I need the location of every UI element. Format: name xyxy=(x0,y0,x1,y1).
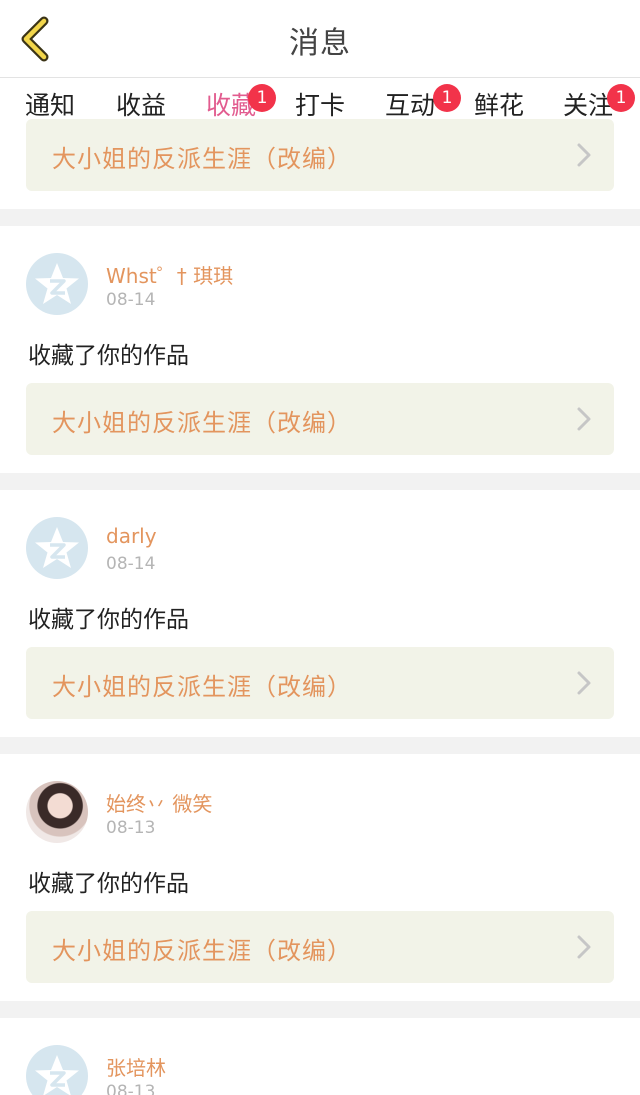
unread-badge: 1 xyxy=(433,84,461,112)
top-bar: 消息 xyxy=(0,0,640,78)
message-card: 始终丷 微笑 08-13 收藏了你的作品 大小姐的反派生涯（改编） xyxy=(0,754,640,1001)
work-link[interactable]: 大小姐的反派生涯（改编） xyxy=(26,119,614,191)
work-link[interactable]: 大小姐的反派生涯（改编） xyxy=(26,911,614,983)
user-name[interactable]: 始终丷 微笑 xyxy=(106,788,212,817)
work-link[interactable]: 大小姐的反派生涯（改编） xyxy=(26,383,614,455)
user-name[interactable]: 张培林 xyxy=(106,1052,166,1081)
avatar[interactable] xyxy=(26,253,88,315)
message-card: Whst゜† 琪琪 08-14 收藏了你的作品 大小姐的反派生涯（改编） xyxy=(0,226,640,473)
avatar[interactable] xyxy=(26,781,88,843)
page-title: 消息 xyxy=(289,26,351,61)
unread-badge: 1 xyxy=(248,84,276,112)
user-name[interactable]: darly xyxy=(106,524,157,548)
work-link[interactable]: 大小姐的反派生涯（改编） xyxy=(26,647,614,719)
qzone-star-icon xyxy=(35,263,79,304)
unread-badge: 1 xyxy=(607,84,635,112)
message-card: 大小姐的反派生涯（改编） xyxy=(0,119,640,209)
chevron-right-icon xyxy=(577,143,591,167)
chevron-right-icon xyxy=(577,407,591,431)
message-text: 收藏了你的作品 xyxy=(28,343,189,369)
message-date: 08-13 xyxy=(106,818,156,838)
message-date: 08-14 xyxy=(106,290,156,310)
avatar[interactable] xyxy=(26,517,88,579)
user-name[interactable]: Whst゜† 琪琪 xyxy=(106,260,233,289)
message-card: 张培林 08-13 xyxy=(0,1018,640,1095)
message-text: 收藏了你的作品 xyxy=(28,871,189,897)
message-date: 08-14 xyxy=(106,554,156,574)
work-title: 大小姐的反派生涯（改编） xyxy=(52,673,352,701)
message-text: 收藏了你的作品 xyxy=(28,607,189,633)
work-title: 大小姐的反派生涯（改编） xyxy=(52,145,352,173)
chevron-right-icon xyxy=(577,935,591,959)
qzone-star-icon xyxy=(35,527,79,568)
messages-screen: 消息 通知 收益 收藏 1 打卡 互动 1 鲜花 关注 1 大小姐的反派生涯（改… xyxy=(0,0,640,1095)
message-card: darly 08-14 收藏了你的作品 大小姐的反派生涯（改编） xyxy=(0,490,640,737)
chevron-right-icon xyxy=(577,671,591,695)
qzone-star-icon xyxy=(35,1055,79,1095)
message-date: 08-13 xyxy=(106,1082,156,1095)
work-title: 大小姐的反派生涯（改编） xyxy=(52,937,352,965)
work-title: 大小姐的反派生涯（改编） xyxy=(52,409,352,437)
avatar[interactable] xyxy=(26,1045,88,1095)
